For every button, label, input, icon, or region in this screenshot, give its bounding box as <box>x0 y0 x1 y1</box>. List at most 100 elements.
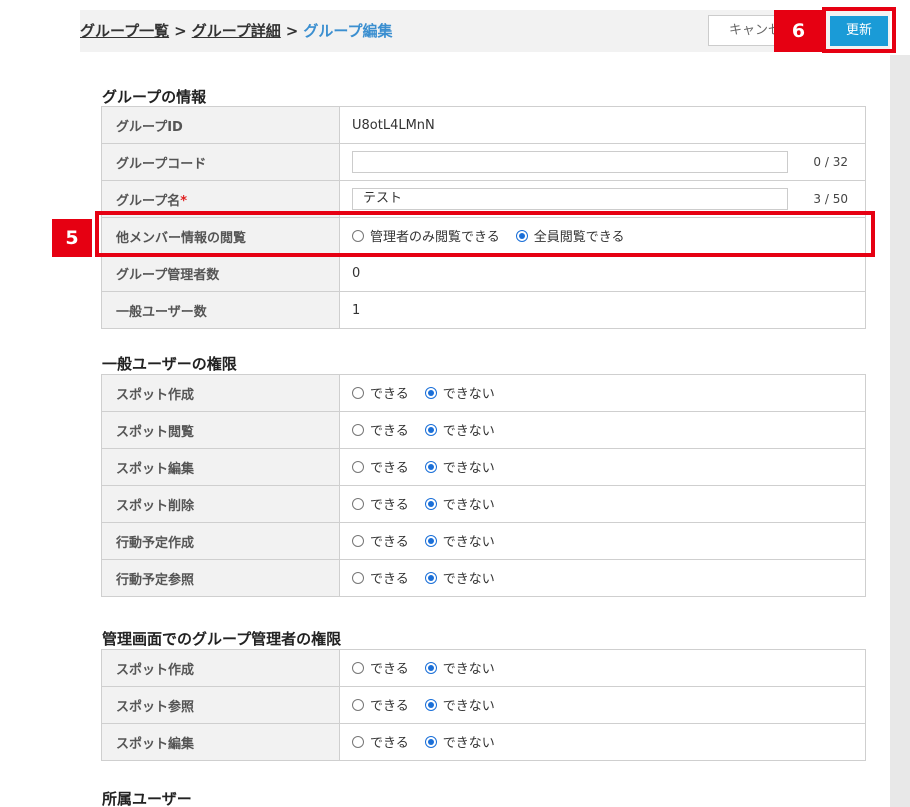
row-label: グループ管理者数 <box>101 254 340 292</box>
table-row: スポット作成 できる できない <box>101 374 866 412</box>
table-row: スポット作成 できる できない <box>101 649 866 687</box>
radio-yes[interactable]: できる <box>352 695 409 714</box>
radio-label: できない <box>442 535 495 551</box>
radio-no[interactable]: できない <box>424 658 495 678</box>
annotation-marker-5: 5 <box>52 219 92 257</box>
table-row: スポット編集 できる できない <box>101 723 866 761</box>
table-row: グループコード 0 / 32 <box>101 143 866 181</box>
radio-circle <box>424 460 437 473</box>
radio-circle <box>424 534 437 547</box>
table-row: スポット削除 できる できない <box>101 485 866 523</box>
radio-yes[interactable]: できる <box>352 494 409 513</box>
radio-no[interactable]: できない <box>424 568 495 587</box>
table-row: スポット編集 できる できない <box>101 448 866 486</box>
radio-circle <box>424 386 437 399</box>
radio-label: できる <box>370 572 409 588</box>
user-perms-title: 一般ユーザーの権限 <box>102 355 237 373</box>
table-row: グループID U8otL4LMnN <box>101 106 866 144</box>
breadcrumb-group-detail-link[interactable]: グループ詳細 <box>192 22 281 40</box>
radio-label: できる <box>370 736 409 752</box>
radio-circle <box>352 698 364 711</box>
radio-circle <box>424 698 437 711</box>
group-id-value: U8otL4LMnN <box>339 106 866 144</box>
row-label: グループ名 <box>116 193 181 209</box>
radio-circle <box>424 423 437 436</box>
radio-circle <box>424 735 437 748</box>
radio-label: できる <box>370 424 409 440</box>
radio-no[interactable]: できない <box>424 531 495 551</box>
radio-label: できる <box>370 461 409 477</box>
radio-label: できない <box>442 662 495 678</box>
radio-circle <box>352 497 364 510</box>
row-label: 一般ユーザー数 <box>101 291 340 329</box>
radio-yes[interactable]: できる <box>352 383 409 402</box>
radio-yes[interactable]: できる <box>352 732 409 751</box>
radio-circle <box>352 735 364 748</box>
radio-label: できる <box>370 535 409 551</box>
breadcrumb-group-list-link[interactable]: グループ一覧 <box>80 22 169 40</box>
radio-yes[interactable]: できる <box>352 568 409 587</box>
group-code-counter: 0 / 32 <box>813 155 848 169</box>
breadcrumb-separator: > <box>174 22 187 40</box>
group-name-input[interactable]: テスト <box>352 188 788 210</box>
breadcrumb-separator: > <box>285 22 299 40</box>
row-label: 行動予定参照 <box>101 559 340 597</box>
members-title: 所属ユーザー <box>102 790 192 807</box>
row-label: グループID <box>101 106 340 144</box>
row-label: グループコード <box>101 143 340 181</box>
admin-count-value: 0 <box>339 254 866 292</box>
radio-yes[interactable]: できる <box>352 658 409 677</box>
breadcrumb: グループ一覧 > グループ詳細 > グループ編集 <box>80 10 392 52</box>
annotation-highlight-member-view <box>95 211 875 257</box>
radio-label: できる <box>370 699 409 715</box>
radio-no[interactable]: できない <box>424 420 495 440</box>
radio-label: できる <box>370 387 409 403</box>
radio-circle <box>352 460 364 473</box>
radio-label: できない <box>442 736 495 752</box>
annotation-highlight-update <box>822 7 896 53</box>
table-row: スポット閲覧 できる できない <box>101 411 866 449</box>
radio-label: できる <box>370 498 409 514</box>
radio-no[interactable]: できない <box>424 383 495 403</box>
row-label: スポット編集 <box>101 723 340 761</box>
group-name-counter: 3 / 50 <box>813 192 848 206</box>
radio-circle <box>352 534 364 547</box>
row-label: スポット参照 <box>101 686 340 724</box>
radio-circle <box>352 423 364 436</box>
radio-yes[interactable]: できる <box>352 531 409 550</box>
user-perms-table: スポット作成 できる できない スポット閲覧 できる できない スポット編集 できる できないス… <box>101 374 866 597</box>
row-label: スポット編集 <box>101 448 340 486</box>
table-row: 行動予定参照 できる できない <box>101 559 866 597</box>
page-header: グループ一覧 > グループ詳細 > グループ編集 キャンセル 更新 <box>80 10 890 52</box>
row-label: スポット作成 <box>101 649 340 687</box>
radio-label: できない <box>442 461 495 477</box>
radio-label: できない <box>442 387 495 403</box>
radio-circle <box>352 386 364 399</box>
table-row: スポット参照 できる できない <box>101 686 866 724</box>
table-row: グループ管理者数 0 <box>101 254 866 292</box>
radio-yes[interactable]: できる <box>352 457 409 476</box>
radio-no[interactable]: できない <box>424 732 495 752</box>
breadcrumb-current: グループ編集 <box>303 22 393 40</box>
radio-circle <box>424 497 437 510</box>
row-label: 行動予定作成 <box>101 522 340 560</box>
annotation-marker-6: 6 <box>774 10 823 52</box>
admin-perms-title: 管理画面でのグループ管理者の権限 <box>102 630 342 648</box>
radio-label: できる <box>370 662 409 678</box>
row-label: スポット閲覧 <box>101 411 340 449</box>
radio-label: できない <box>442 424 495 440</box>
scrollbar[interactable] <box>890 55 910 807</box>
group-code-input[interactable] <box>352 151 788 173</box>
radio-no[interactable]: できない <box>424 695 495 715</box>
radio-circle <box>352 661 364 674</box>
radio-no[interactable]: できない <box>424 457 495 477</box>
radio-circle <box>424 571 437 584</box>
row-label: スポット削除 <box>101 485 340 523</box>
radio-circle <box>352 571 364 584</box>
radio-no[interactable]: できない <box>424 494 495 513</box>
radio-label: できない <box>442 699 495 715</box>
group-info-title: グループの情報 <box>102 88 207 106</box>
radio-yes[interactable]: できる <box>352 420 409 439</box>
required-mark: * <box>180 193 188 209</box>
table-row: 一般ユーザー数 1 <box>101 291 866 329</box>
